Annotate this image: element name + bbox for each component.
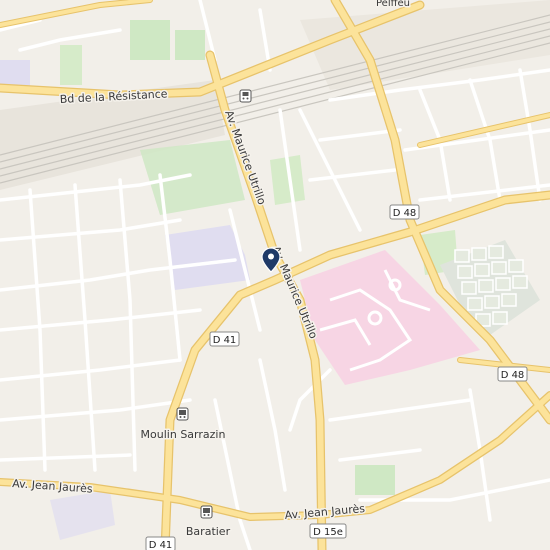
shield-d41-mid: D 41 [209, 331, 240, 347]
shield-d48-right-label: D 48 [501, 370, 525, 381]
label-baratier: Baratier [186, 525, 231, 538]
shield-d15e: D 15e [309, 523, 347, 539]
shield-d48-right: D 48 [497, 366, 528, 382]
train-station-icon[interactable] [239, 89, 252, 103]
shield-d41-bottom-label: D 41 [149, 540, 173, 550]
bus-stop-icon[interactable] [200, 505, 213, 519]
bus-stop-icon[interactable] [176, 407, 189, 421]
map-canvas[interactable]: Bd de la Résistance Av. Maurice Utrillo … [0, 0, 550, 550]
map-view[interactable]: Bd de la Résistance Av. Maurice Utrillo … [0, 0, 550, 550]
shield-d41-bottom: D 41 [145, 536, 176, 550]
label-moulin-sarrazin: Moulin Sarrazin [141, 428, 226, 441]
shield-d15e-label: D 15e [313, 527, 343, 538]
label-top-partial: Pelfféu [376, 0, 410, 9]
shield-d48-top-label: D 48 [393, 208, 417, 219]
shield-d48-top: D 48 [389, 204, 420, 220]
shield-d41-mid-label: D 41 [213, 335, 237, 346]
